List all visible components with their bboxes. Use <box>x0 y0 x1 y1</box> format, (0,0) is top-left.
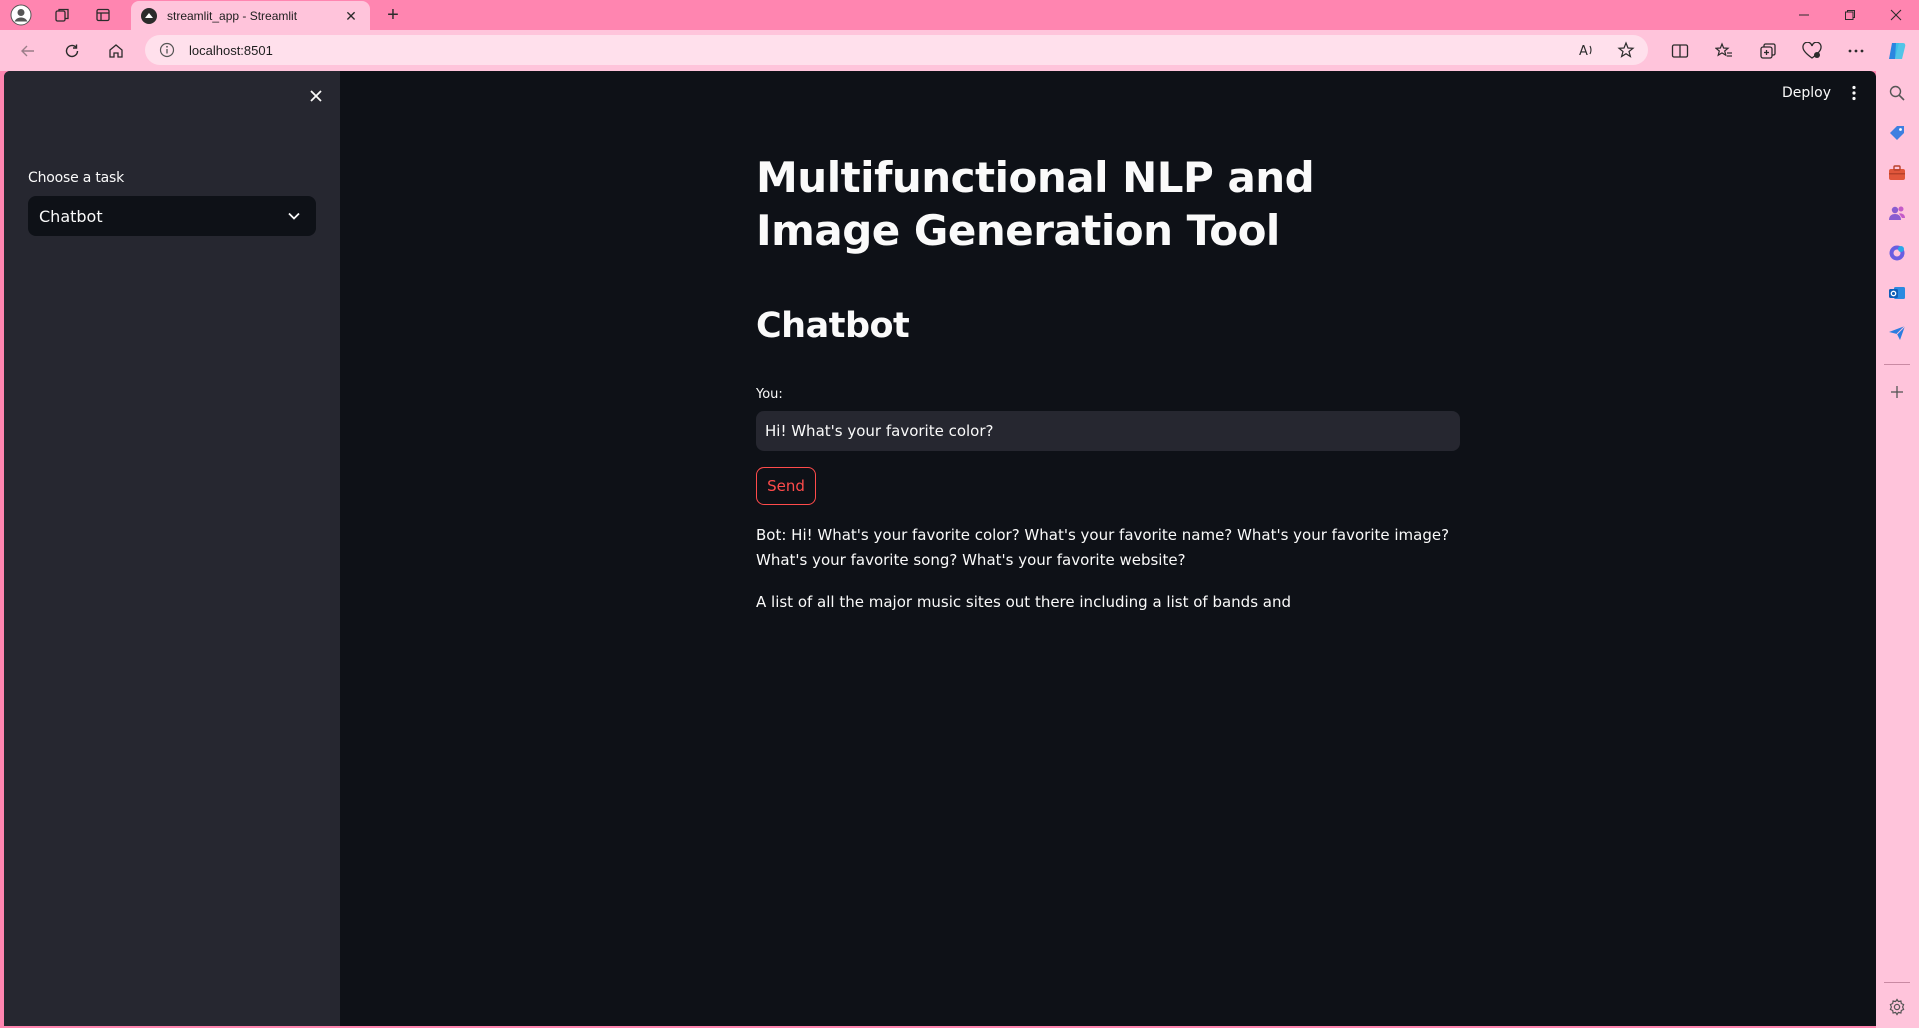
app-viewport: Choose a task Chatbot Deploy Multifuncti… <box>4 71 1876 1026</box>
refresh-icon[interactable] <box>57 36 87 66</box>
collections-icon[interactable] <box>1753 36 1783 66</box>
main-menu-icon[interactable] <box>1842 81 1866 105</box>
deploy-button[interactable]: Deploy <box>1774 79 1839 107</box>
shopping-tag-icon[interactable] <box>1885 121 1909 145</box>
active-tab[interactable]: streamlit_app - Streamlit ✕ <box>131 1 370 31</box>
split-screen-icon[interactable] <box>1665 36 1695 66</box>
restore-icon[interactable] <box>1827 0 1873 30</box>
svg-text:A: A <box>1579 44 1588 58</box>
section-title: Chatbot <box>756 306 910 346</box>
send-button[interactable]: Send <box>756 467 816 505</box>
toolbox-icon[interactable] <box>1885 161 1909 185</box>
address-bar[interactable]: localhost:8501 A <box>145 35 1648 65</box>
task-select[interactable]: Chatbot <box>28 196 316 236</box>
edge-sidebar-divider <box>1884 364 1910 365</box>
favorite-star-icon[interactable] <box>1614 39 1638 61</box>
edge-sidebar <box>1876 71 1919 1028</box>
copilot-icon[interactable] <box>1882 36 1912 66</box>
send-icon[interactable] <box>1885 321 1909 345</box>
minimize-icon[interactable] <box>1781 0 1827 30</box>
address-url: localhost:8501 <box>189 42 273 58</box>
task-select-value: Chatbot <box>39 206 103 226</box>
back-icon[interactable] <box>13 36 43 66</box>
read-aloud-icon[interactable]: A <box>1575 39 1599 61</box>
outlook-icon[interactable] <box>1885 281 1909 305</box>
search-icon[interactable] <box>1885 81 1909 105</box>
tab-close-icon[interactable]: ✕ <box>342 8 360 25</box>
app-sidebar: Choose a task Chatbot <box>4 71 340 1026</box>
chat-input-label: You: <box>756 387 783 402</box>
bot-response-continued: A list of all the major music sites out … <box>756 593 1292 611</box>
office-icon[interactable] <box>1885 241 1909 265</box>
close-sidebar-icon[interactable] <box>304 84 328 108</box>
edge-sidebar-divider-bottom <box>1884 982 1910 983</box>
close-window-icon[interactable] <box>1873 0 1919 30</box>
favorites-icon[interactable] <box>1709 36 1739 66</box>
profile-icon[interactable] <box>7 3 35 27</box>
home-icon[interactable] <box>101 36 131 66</box>
task-select-label: Choose a task <box>28 170 125 186</box>
streamlit-favicon-icon <box>141 8 157 24</box>
people-icon[interactable] <box>1885 201 1909 225</box>
browser-essentials-icon[interactable] <box>1797 36 1827 66</box>
page-title: Multifunctional NLP and Image Generation… <box>756 153 1315 255</box>
chat-input[interactable] <box>756 411 1460 451</box>
browser-toolbar: localhost:8501 A <box>0 30 1919 71</box>
chevron-down-icon <box>284 206 304 226</box>
more-options-icon[interactable] <box>1841 36 1871 66</box>
tab-title: streamlit_app - Streamlit <box>167 9 298 23</box>
workspaces-icon[interactable] <box>48 3 76 27</box>
browser-title-bar: streamlit_app - Streamlit ✕ + <box>0 0 1919 31</box>
bot-response: Bot: Hi! What's your favorite color? Wha… <box>756 526 1450 569</box>
settings-gear-icon[interactable] <box>1885 995 1909 1019</box>
add-icon[interactable] <box>1885 380 1909 404</box>
new-tab-icon[interactable]: + <box>380 3 406 27</box>
tab-actions-icon[interactable] <box>89 3 117 27</box>
site-info-icon[interactable] <box>159 42 175 58</box>
